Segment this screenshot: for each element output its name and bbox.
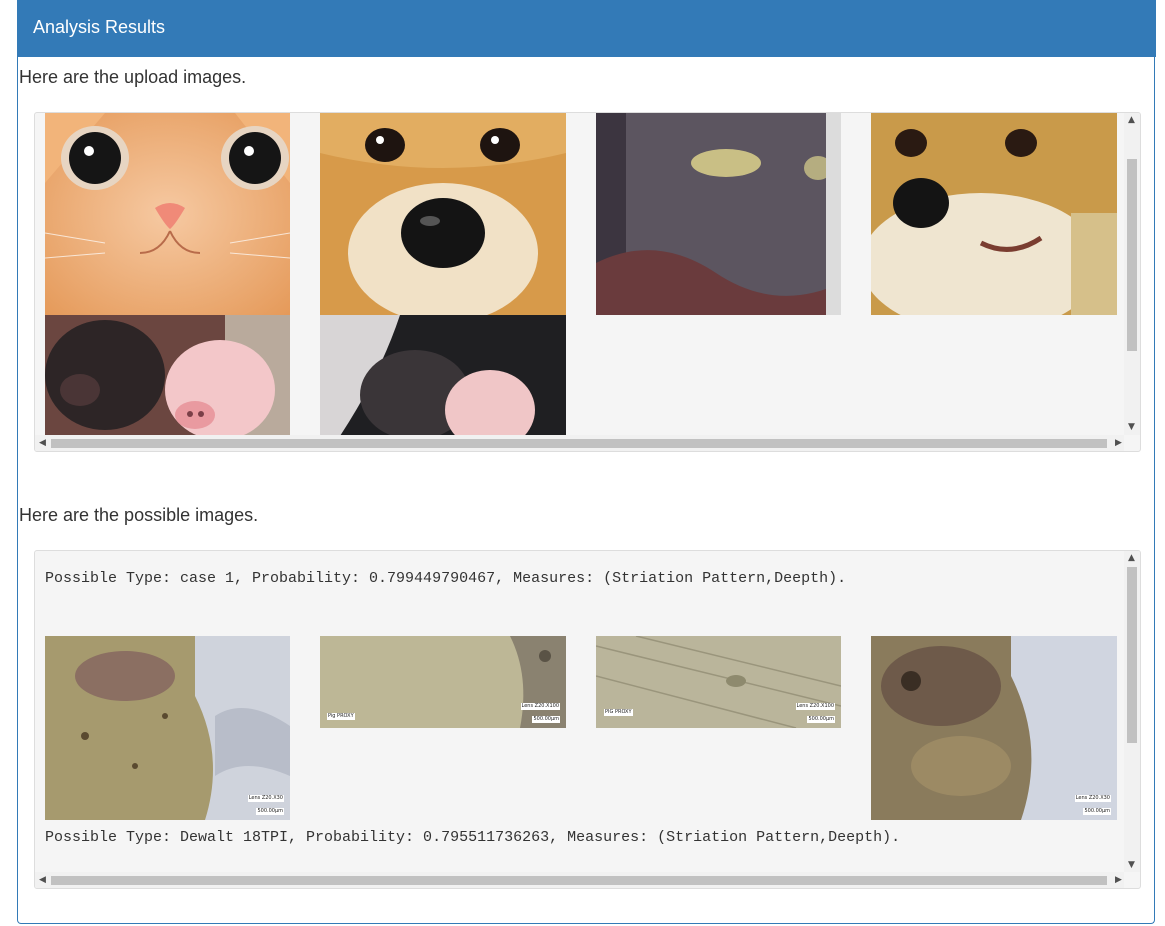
analysis-results-panel: Analysis Results Here are the upload ima… <box>17 0 1156 924</box>
upload-box-vertical-scrollbar[interactable]: ▲ ▼ <box>1124 113 1140 435</box>
microscope-photo: Lens Z20.X30 500.00µm <box>45 636 290 820</box>
scroll-down-arrow-icon[interactable]: ▼ <box>1128 423 1135 432</box>
horizontal-scroll-thumb[interactable] <box>51 876 1107 885</box>
scroll-up-arrow-icon[interactable]: ▲ <box>1128 554 1135 563</box>
lens-label: Lens Z20.X30 <box>1074 795 1111 802</box>
lens-label: Lens Z20.X100 <box>520 703 560 710</box>
scale-label: 500.00µm <box>1083 808 1111 815</box>
possible-box-horizontal-scrollbar[interactable]: ◀ ▶ <box>35 872 1124 888</box>
scroll-left-arrow-icon[interactable]: ◀ <box>39 439 46 448</box>
upload-box-horizontal-scrollbar[interactable]: ◀ ▶ <box>35 435 1124 451</box>
lens-label: Lens Z20.X100 <box>795 703 835 710</box>
proxy-tag: PIG PROXY <box>604 709 633 716</box>
scroll-down-arrow-icon[interactable]: ▼ <box>1128 861 1135 870</box>
result-text: Possible Type: Dewalt 18TPI, Probability… <box>45 829 901 846</box>
piglets-in-blanket-photo <box>320 315 566 436</box>
panel-heading: Analysis Results <box>18 0 1156 57</box>
scale-label: 500.00µm <box>807 716 835 723</box>
scale-label: 500.00µm <box>256 808 284 815</box>
microscope-photo: Lens Z20.X30 500.00µm <box>871 636 1117 820</box>
possible-images-box[interactable]: Possible Type: case 1, Probability: 0.79… <box>34 550 1141 889</box>
upload-images-label: Here are the upload images. <box>19 67 247 87</box>
vertical-scroll-thumb[interactable] <box>1127 567 1137 743</box>
two-piglets-photo <box>45 315 290 436</box>
scroll-right-arrow-icon[interactable]: ▶ <box>1115 439 1122 448</box>
scroll-up-arrow-icon[interactable]: ▲ <box>1128 116 1135 125</box>
microscope-photo: PIG PROXY Lens Z20.X100 500.00µm <box>596 636 841 728</box>
result-text: Possible Type: case 1, Probability: 0.79… <box>45 570 847 587</box>
scroll-left-arrow-icon[interactable]: ◀ <box>39 876 46 885</box>
lens-label: Lens Z20.X30 <box>247 795 284 802</box>
blurry-gray-cat-photo <box>596 113 841 315</box>
upload-images-box[interactable]: ▲ ▼ ◀ ▶ <box>34 112 1141 452</box>
horizontal-scroll-thumb[interactable] <box>51 439 1107 448</box>
scale-label: 500.00µm <box>532 716 560 723</box>
orange-cat-face-photo <box>45 113 290 315</box>
scroll-right-arrow-icon[interactable]: ▶ <box>1115 876 1122 885</box>
possible-images-label: Here are the possible images. <box>19 505 259 525</box>
shiba-dog-face-photo <box>320 113 566 315</box>
panel-title: Analysis Results <box>33 17 166 37</box>
microscope-photo: Pig PROXY Lens Z20.X100 500.00µm <box>320 636 566 728</box>
proxy-tag: Pig PROXY <box>327 713 355 720</box>
corgi-face-photo <box>871 113 1117 315</box>
vertical-scroll-thumb[interactable] <box>1127 159 1137 351</box>
possible-box-vertical-scrollbar[interactable]: ▲ ▼ <box>1124 551 1140 872</box>
